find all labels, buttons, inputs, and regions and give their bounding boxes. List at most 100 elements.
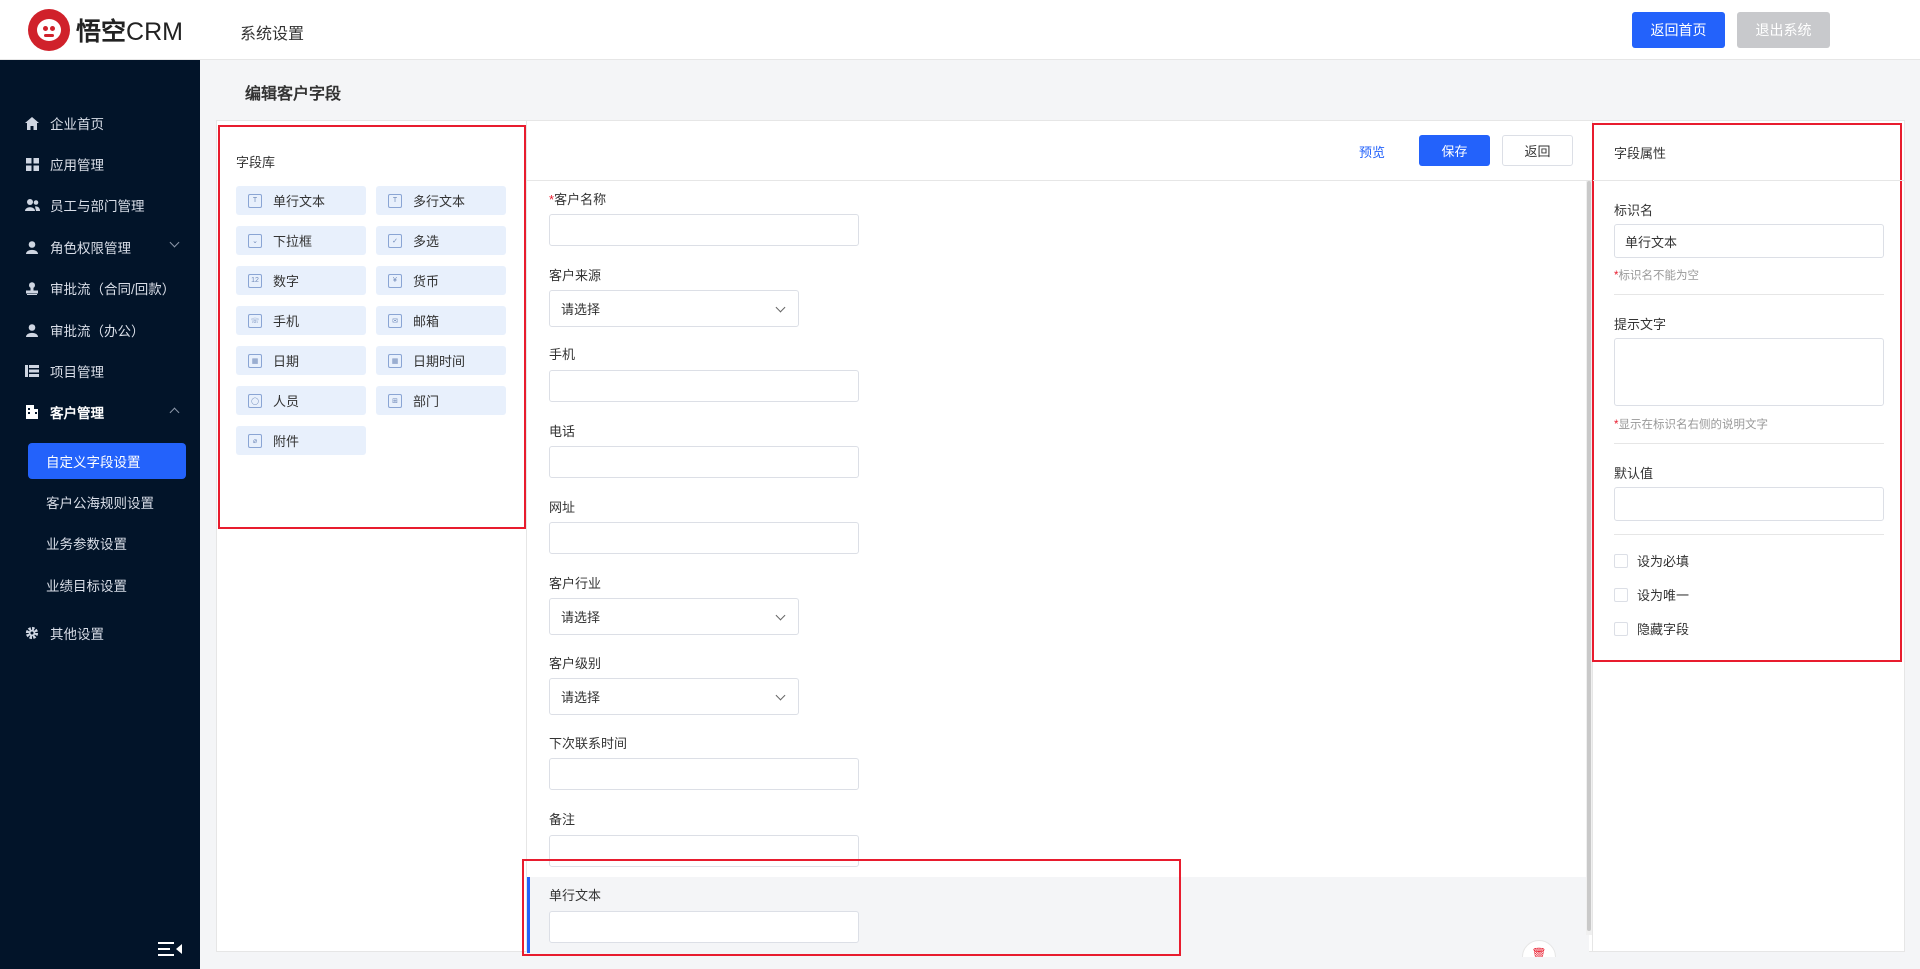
text-icon: T (248, 193, 262, 208)
prop-name-hint: *标识名不能为空 (1614, 270, 1699, 282)
library-field-mobile[interactable]: ☏ 手机 (236, 306, 366, 335)
chevron-up-icon (169, 407, 180, 418)
sidebar-item-approval-contract[interactable]: 审批流（合同/回款） (0, 270, 200, 306)
phone-icon: ☏ (248, 313, 262, 328)
sidebar: 企业首页 应用管理 员工与部门管理 角色权限管理 审批流（合同/回款） 审批流（… (0, 60, 200, 969)
sidebar-item-other-settings[interactable]: 其他设置 (0, 615, 200, 651)
form-scrollbar-thumb[interactable] (1587, 181, 1591, 931)
textarea-icon: T (388, 193, 402, 208)
unique-checkbox[interactable]: 设为唯一 (1614, 585, 1689, 604)
phone-input[interactable] (549, 446, 859, 478)
level-select[interactable]: 请选择 (549, 678, 799, 715)
next-contact-input[interactable] (549, 758, 859, 790)
properties-divider (1614, 294, 1884, 295)
required-checkbox[interactable]: 设为必填 (1614, 551, 1689, 570)
person-icon: ◯ (248, 393, 262, 408)
prop-name-input[interactable]: 单行文本 (1614, 224, 1884, 258)
checkbox[interactable] (1614, 621, 1628, 636)
mobile-input[interactable] (549, 370, 859, 402)
properties-divider (1614, 443, 1884, 444)
number-icon: 12 (248, 273, 262, 288)
sidebar-subitem-performance-goals[interactable]: 业绩目标设置 (28, 567, 186, 603)
form-label-website: 网址 (549, 500, 576, 515)
prop-tip-textarea[interactable] (1614, 338, 1884, 406)
users-icon (24, 197, 40, 213)
website-input[interactable] (549, 522, 859, 554)
currency-icon: ¥ (388, 273, 402, 288)
sidebar-subitem-public-pool[interactable]: 客户公海规则设置 (28, 484, 186, 520)
library-field-currency[interactable]: ¥ 货币 (376, 266, 506, 295)
sidebar-item-label: 角色权限管理 (50, 241, 131, 256)
sidebar-item-label: 员工与部门管理 (50, 199, 145, 214)
form-label-level: 客户级别 (549, 656, 602, 671)
checkbox[interactable] (1614, 553, 1628, 568)
sidebar-item-label: 审批流（办公） (50, 324, 145, 339)
field-library-title: 字段库 (236, 155, 276, 170)
form-label-industry: 客户行业 (549, 576, 602, 591)
library-field-single-text[interactable]: T 单行文本 (236, 186, 366, 215)
sidebar-subitem-custom-fields[interactable]: 自定义字段设置 (28, 443, 186, 479)
logo[interactable]: 悟空CRM (28, 9, 183, 51)
form-label-customer-source: 客户来源 (549, 268, 602, 283)
logo-text: 悟空CRM (76, 18, 183, 46)
industry-select[interactable]: 请选择 (549, 598, 799, 635)
sidebar-subitem-business-params[interactable]: 业务参数设置 (28, 525, 186, 561)
prop-default-input[interactable] (1614, 487, 1884, 521)
chevron-down-icon (775, 690, 786, 701)
monkey-logo-icon (28, 9, 70, 51)
library-field-datetime[interactable]: ▦ 日期时间 (376, 346, 506, 375)
sidebar-item-label: 其他设置 (50, 627, 104, 642)
trash-icon: 🗑 (1522, 940, 1556, 957)
page-title: 编辑客户字段 (245, 86, 342, 103)
checkbox[interactable] (1614, 587, 1628, 602)
library-field-multi-select[interactable]: ✓ 多选 (376, 226, 506, 255)
prop-label-tip: 提示文字 (1614, 317, 1667, 332)
library-field-attachment[interactable]: ⌀ 附件 (236, 426, 366, 455)
calendar-icon: ▦ (248, 353, 262, 368)
sidebar-item-approval-office[interactable]: 审批流（办公） (0, 312, 200, 348)
prop-label-default: 默认值 (1614, 466, 1654, 481)
library-field-multi-text[interactable]: T 多行文本 (376, 186, 506, 215)
prop-label-name: 标识名 (1614, 203, 1654, 218)
collapse-sidebar-icon[interactable] (158, 940, 182, 958)
library-field-person[interactable]: ◯ 人员 (236, 386, 366, 415)
customer-source-select[interactable]: 请选择 (549, 290, 799, 327)
grid-icon (24, 156, 40, 172)
sidebar-item-roles[interactable]: 角色权限管理 (0, 229, 200, 265)
paperclip-icon: ⌀ (248, 433, 262, 448)
customer-name-input[interactable] (549, 214, 859, 246)
selected-field-highlight (522, 859, 1181, 956)
library-field-dropdown[interactable]: ⌄ 下拉框 (236, 226, 366, 255)
home-icon (24, 115, 40, 131)
top-bar: 悟空CRM 系统设置 返回首页 退出系统 (0, 0, 1920, 60)
user-icon (24, 239, 40, 255)
sidebar-item-home[interactable]: 企业首页 (0, 105, 200, 141)
sidebar-item-apps[interactable]: 应用管理 (0, 146, 200, 182)
logout-button[interactable]: 退出系统 (1737, 12, 1830, 48)
sidebar-item-customers[interactable]: 客户管理 (0, 394, 200, 430)
form-label-remark: 备注 (549, 812, 576, 827)
hidden-checkbox[interactable]: 隐藏字段 (1614, 619, 1689, 638)
delete-field-button[interactable]: 🗑 (1522, 940, 1556, 957)
back-button[interactable]: 返回 (1502, 135, 1573, 166)
panel-divider (526, 121, 527, 951)
sidebar-item-staff[interactable]: 员工与部门管理 (0, 187, 200, 223)
library-field-number[interactable]: 12 数字 (236, 266, 366, 295)
field-properties-title: 字段属性 (1614, 146, 1667, 161)
approval-icon (24, 280, 40, 296)
gear-icon (24, 625, 40, 641)
home-button[interactable]: 返回首页 (1632, 12, 1725, 48)
list-icon (24, 363, 40, 379)
library-field-email[interactable]: ✉ 邮箱 (376, 306, 506, 335)
sidebar-item-label: 项目管理 (50, 365, 104, 380)
form-label-next-contact: 下次联系时间 (549, 736, 628, 751)
section-title: 系统设置 (240, 26, 305, 43)
library-field-date[interactable]: ▦ 日期 (236, 346, 366, 375)
save-button[interactable]: 保存 (1419, 135, 1490, 166)
sidebar-item-label: 企业首页 (50, 117, 104, 132)
library-field-department[interactable]: ⊞ 部门 (376, 386, 506, 415)
preview-link[interactable]: 预览 (1359, 142, 1385, 161)
user-icon (24, 322, 40, 338)
building-icon (24, 404, 40, 420)
sidebar-item-projects[interactable]: 项目管理 (0, 353, 200, 389)
